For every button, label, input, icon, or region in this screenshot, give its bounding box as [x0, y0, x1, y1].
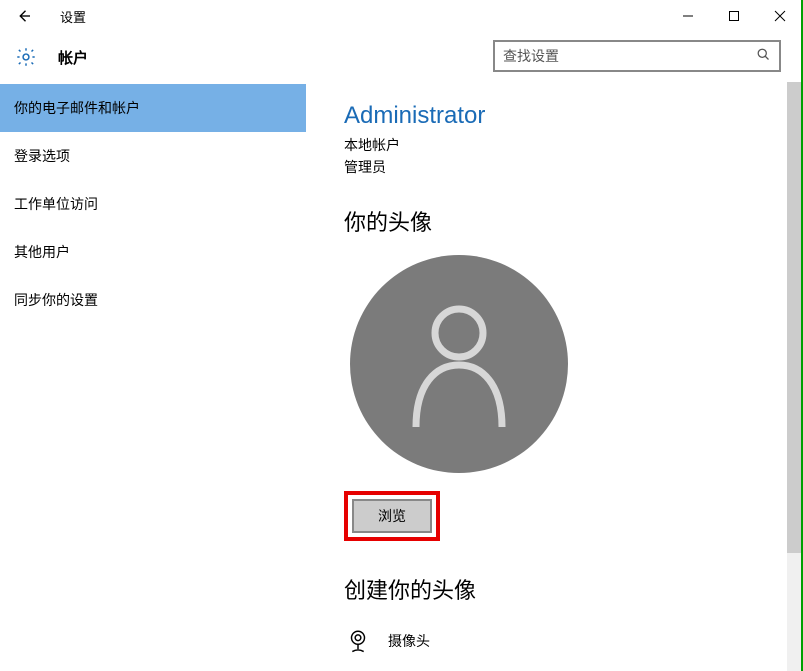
arrow-left-icon [15, 7, 33, 25]
sidebar-item-label: 同步你的设置 [14, 290, 98, 310]
sidebar-item-other-users[interactable]: 其他用户 [0, 228, 306, 276]
search-placeholder: 查找设置 [503, 46, 756, 66]
sidebar: 你的电子邮件和帐户 登录选项 工作单位访问 其他用户 同步你的设置 [0, 82, 306, 671]
search-input[interactable]: 查找设置 [493, 40, 781, 72]
page-title: 帐户 [58, 47, 88, 68]
maximize-icon [728, 10, 740, 22]
sidebar-item-label: 登录选项 [14, 146, 70, 166]
sidebar-item-label: 工作单位访问 [14, 194, 98, 214]
titlebar: 设置 [0, 0, 803, 32]
account-type: 本地帐户 [344, 136, 803, 156]
camera-option[interactable]: 摄像头 [344, 627, 803, 655]
account-role: 管理员 [344, 158, 803, 178]
sidebar-item-label: 其他用户 [14, 242, 70, 262]
minimize-icon [682, 10, 694, 22]
maximize-button[interactable] [711, 0, 757, 32]
close-button[interactable] [757, 0, 803, 32]
sidebar-item-email-accounts[interactable]: 你的电子邮件和帐户 [0, 84, 306, 132]
search-icon [756, 47, 771, 65]
minimize-button[interactable] [665, 0, 711, 32]
browse-highlight-box: 浏览 [344, 491, 440, 541]
camera-icon [344, 627, 372, 655]
sidebar-item-sync-settings[interactable]: 同步你的设置 [0, 276, 306, 324]
sidebar-item-signin-options[interactable]: 登录选项 [0, 132, 306, 180]
create-avatar-section-title: 创建你的头像 [344, 573, 803, 605]
avatar [350, 255, 568, 473]
account-username: Administrator [344, 102, 803, 130]
browse-button-label: 浏览 [378, 506, 406, 526]
content-area: Administrator 本地帐户 管理员 你的头像 浏览 创建你的头像 [306, 82, 803, 671]
window-title: 设置 [60, 7, 86, 26]
close-icon [774, 10, 786, 22]
gear-icon[interactable] [14, 45, 38, 69]
header: 帐户 查找设置 [0, 32, 803, 82]
back-button[interactable] [0, 0, 48, 32]
window-controls [665, 0, 803, 32]
browse-button[interactable]: 浏览 [352, 499, 432, 533]
avatar-section-title: 你的头像 [344, 205, 803, 237]
sidebar-item-label: 你的电子邮件和帐户 [14, 98, 140, 118]
camera-label: 摄像头 [388, 631, 430, 651]
person-icon [404, 299, 514, 429]
sidebar-item-work-access[interactable]: 工作单位访问 [0, 180, 306, 228]
